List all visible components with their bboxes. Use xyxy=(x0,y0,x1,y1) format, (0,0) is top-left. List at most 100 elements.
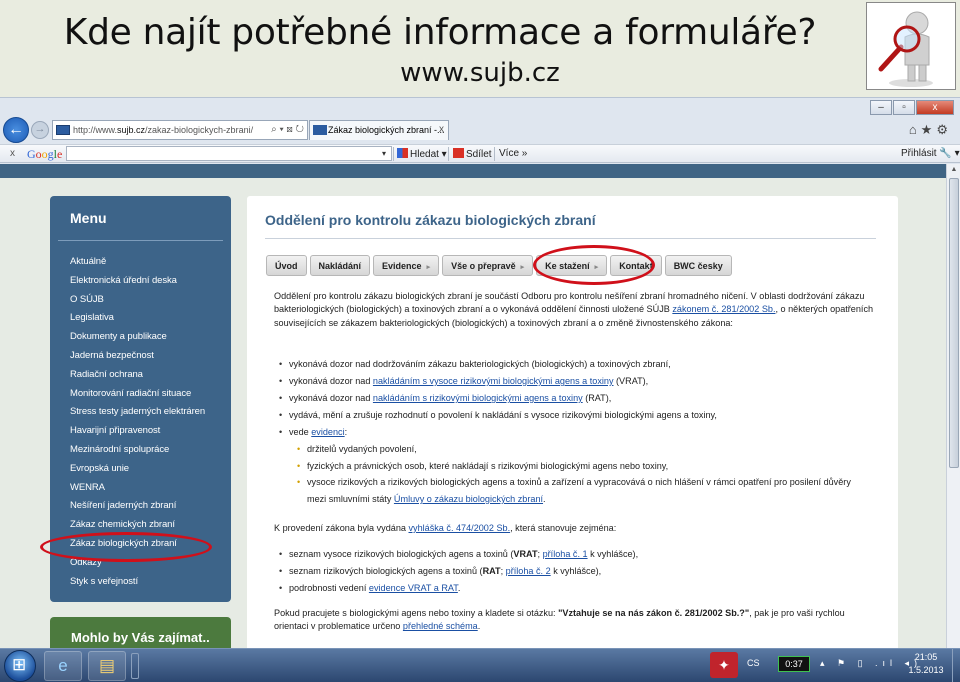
slide-title: Kde najít potřebné informace a formuláře… xyxy=(63,12,817,53)
home-favorites-settings-icons[interactable]: ⌂★⚙ xyxy=(909,122,952,138)
forward-button[interactable]: → xyxy=(31,121,49,139)
google-toolbar: x Google ▾ Hledat ▾ Sdílet Více » Přihlá… xyxy=(0,144,960,163)
zakon-281-link[interactable]: zákonem č. 281/2002 Sb. xyxy=(672,304,775,314)
sidebar-item-jaderna-bezpecnost[interactable]: Jaderná bezpečnost xyxy=(70,347,205,366)
sidebar-item-stress-testy[interactable]: Stress testy jaderných elektráren xyxy=(70,403,205,422)
browser-window: – ▫ x ← → http://www.sujb.cz/zakaz-biolo… xyxy=(0,97,960,648)
site-favicon-icon xyxy=(56,125,70,135)
web-page: Menu Aktuálně Elektronická úřední deska … xyxy=(0,164,946,648)
google-logo: Google xyxy=(27,147,63,161)
sidebar-item-dokumenty[interactable]: Dokumenty a publikace xyxy=(70,328,205,347)
sidebar-item-wenra[interactable]: WENRA xyxy=(70,479,205,498)
menu-divider xyxy=(58,240,223,241)
window-controls: – ▫ x xyxy=(869,100,954,115)
address-bar[interactable]: http://www.sujb.cz/zakaz-biologickych-zb… xyxy=(52,120,308,140)
language-indicator[interactable]: CS xyxy=(747,658,760,668)
sidebar-item-legislativa[interactable]: Legislativa xyxy=(70,309,205,328)
rat-link[interactable]: nakládáním s rizikovými biologickými age… xyxy=(373,393,583,403)
maximize-button[interactable]: ▫ xyxy=(893,100,915,115)
sidebar-item-aktualne[interactable]: Aktuálně xyxy=(70,253,205,272)
magnifier-figure-image xyxy=(866,2,956,90)
list-item: vysoce rizikových a rizikových biologick… xyxy=(297,474,872,507)
clock-date: 1.5.2013 xyxy=(908,665,944,675)
taskbar-divider xyxy=(131,653,139,679)
vertical-scrollbar[interactable]: ▲ xyxy=(946,164,960,648)
toolbar-divider xyxy=(494,147,495,161)
google-search-input[interactable] xyxy=(66,146,392,161)
umluva-link[interactable]: Úmluvy o zákazu biologických zbraní xyxy=(394,494,543,504)
slide-subtitle: www.sujb.cz xyxy=(400,58,560,88)
sidebar-item-radiacni-ochrana[interactable]: Radiační ochrana xyxy=(70,366,205,385)
evidence-link[interactable]: evidenci xyxy=(311,427,344,437)
intro-paragraph: Oddělení pro kontrolu zákazu biologickýc… xyxy=(274,291,874,328)
sidebar-item-evropska-unie[interactable]: Evropská unie xyxy=(70,460,205,479)
timer-indicator[interactable]: 0:37 xyxy=(778,656,810,672)
decree-paragraph: K provedení zákona byla vydána vyhláška … xyxy=(274,523,617,533)
start-button[interactable] xyxy=(4,650,36,682)
vrat-link[interactable]: nakládáním s vysoce rizikovými biologick… xyxy=(373,376,614,386)
sidebar-item-styk[interactable]: Styk s veřejností xyxy=(70,573,205,592)
priloha-2-link[interactable]: příloha č. 2 xyxy=(506,566,551,576)
sidebar-item-mezinarodni[interactable]: Mezinárodní spolupráce xyxy=(70,441,205,460)
list-item: seznam vysoce rizikových biologických ag… xyxy=(279,546,874,563)
page-header-band xyxy=(0,164,946,178)
app-tray-icon[interactable]: ✦ xyxy=(710,652,738,678)
evidence-vrat-rat-link[interactable]: evidence VRAT a RAT xyxy=(369,583,458,593)
tab-uvod[interactable]: Úvod xyxy=(266,255,307,276)
taskbar: e ▤ ✦ CS 0:37 ▴ ⚑ ▯ .ıl ◂) 21:05 1.5.201… xyxy=(0,648,960,682)
list-item: vydává, mění a zrušuje rozhodnutí o povo… xyxy=(279,407,874,424)
priloha-1-link[interactable]: příloha č. 1 xyxy=(543,549,588,559)
list-item: držitelů vydaných povolení, xyxy=(297,441,872,458)
prihlasit-button[interactable]: Přihlásit 🔧 ▾ xyxy=(901,148,960,159)
internet-explorer-icon[interactable]: e xyxy=(44,651,82,681)
toolbar-divider xyxy=(393,147,394,161)
address-tools[interactable]: ⌕ ▾ ⊠ ↻ xyxy=(271,124,304,135)
list-item: vede evidenci: xyxy=(279,424,874,441)
toolbar-divider xyxy=(448,147,449,161)
vice-button[interactable]: Více » xyxy=(499,148,527,159)
list-item: vykonává dozor nad dodržováním zákazu ba… xyxy=(279,356,874,373)
sidebar-item-o-sujb[interactable]: O SÚJB xyxy=(70,291,205,310)
list-item: podrobnosti vedení evidence VRAT a RAT. xyxy=(279,580,874,597)
sdilet-button[interactable]: Sdílet xyxy=(453,148,492,160)
share-icon xyxy=(453,148,464,158)
list-item: vykonává dozor nad nakládáním s vysoce r… xyxy=(279,373,874,390)
browser-tab[interactable]: Zákaz biologických zbraní -... x xyxy=(309,120,449,140)
duties-list: vykonává dozor nad dodržováním zákazu ba… xyxy=(279,356,874,441)
sidebar-item-nesireni[interactable]: Nešíření jaderných zbraní xyxy=(70,497,205,516)
tab-nakladani[interactable]: Nakládání xyxy=(309,255,371,276)
interest-panel: Mohlo by Vás zajímat.. xyxy=(50,617,231,648)
google-search-icon xyxy=(397,148,408,158)
content-tabs: Úvod Nakládání Evidence ▸ Vše o přepravě ▸… xyxy=(266,255,735,276)
sidebar-item-monitorovani[interactable]: Monitorování radiační situace xyxy=(70,385,205,404)
sidebar-item-havarijni[interactable]: Havarijní připravenost xyxy=(70,422,205,441)
tab-evidence[interactable]: Evidence ▸ xyxy=(373,255,440,276)
prehledne-schema-link[interactable]: přehledné schéma xyxy=(403,621,478,631)
decree-list: seznam vysoce rizikových biologických ag… xyxy=(279,546,874,597)
file-explorer-icon[interactable]: ▤ xyxy=(88,651,126,681)
minimize-button[interactable]: – xyxy=(870,100,892,115)
close-window-button[interactable]: x xyxy=(916,100,954,115)
vyhlaska-474-link[interactable]: vyhláška č. 474/2002 Sb. xyxy=(408,523,510,533)
tab-title: Zákaz biologických zbraní -... xyxy=(328,125,445,135)
toolbar-close-icon[interactable]: x xyxy=(10,148,15,159)
hledat-button[interactable]: Hledat ▾ xyxy=(397,148,447,160)
scroll-thumb[interactable] xyxy=(949,178,959,468)
tab-bwc-cesky[interactable]: BWC česky xyxy=(664,255,732,276)
interest-title: Mohlo by Vás zajímat.. xyxy=(71,630,210,645)
clock[interactable]: 21:05 1.5.2013 xyxy=(906,651,946,677)
scroll-up-icon[interactable]: ▲ xyxy=(949,166,959,173)
url-host: sujb.cz xyxy=(117,125,146,135)
evidence-sublist: držitelů vydaných povolení, fyzických a … xyxy=(297,441,872,507)
list-item: seznam rizikových biologických agens a t… xyxy=(279,563,874,580)
sidebar-item-uredni-deska[interactable]: Elektronická úřední deska xyxy=(70,272,205,291)
tab-close-icon[interactable]: x xyxy=(439,124,444,135)
title-divider xyxy=(265,238,876,239)
tab-preprava[interactable]: Vše o přepravě ▸ xyxy=(442,255,534,276)
list-item: vykonává dozor nad nakládáním s rizikový… xyxy=(279,390,874,407)
show-desktop-button[interactable] xyxy=(952,649,960,682)
chevron-right-icon: ▸ xyxy=(426,264,431,271)
chevron-down-icon[interactable]: ▾ xyxy=(382,149,386,158)
clock-time: 21:05 xyxy=(914,652,938,662)
back-button[interactable]: ← xyxy=(3,117,29,143)
